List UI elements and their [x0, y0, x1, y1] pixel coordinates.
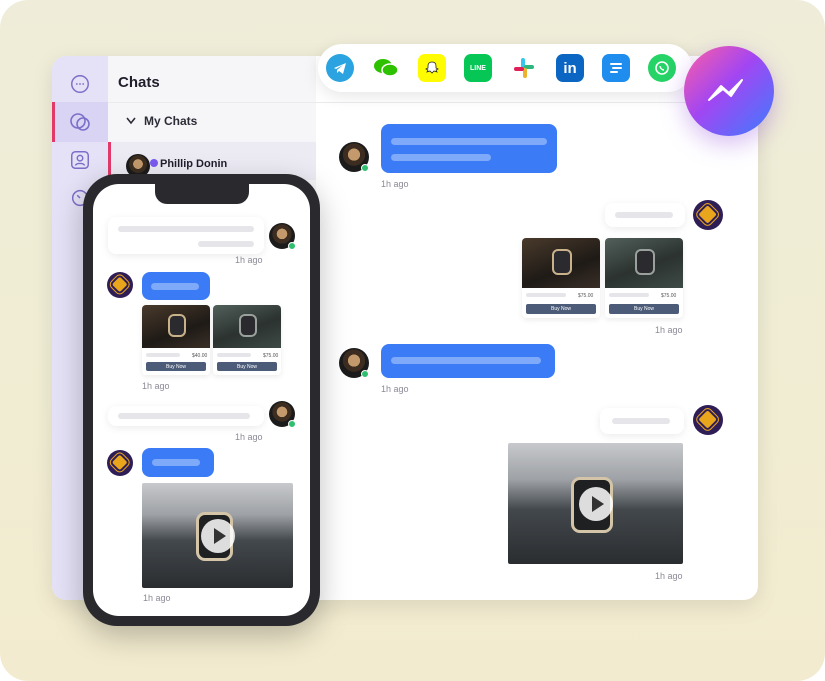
brand-avatar	[693, 405, 723, 435]
outgoing-message-bubble	[600, 408, 684, 434]
play-icon[interactable]	[578, 486, 613, 521]
product-image	[522, 238, 600, 288]
buy-now-button[interactable]: Buy Now	[146, 362, 206, 371]
product-image	[605, 238, 683, 288]
product-card: $40.00 Buy Now	[142, 305, 210, 375]
timestamp: 1h ago	[381, 384, 409, 394]
product-image	[213, 305, 281, 348]
buy-now-button[interactable]: Buy Now	[609, 304, 679, 314]
my-chats-toggle[interactable]: My Chats	[126, 114, 197, 128]
product-card: $75.00 Buy Now	[213, 305, 281, 375]
telegram-icon[interactable]	[326, 54, 354, 82]
messenger-small-icon	[150, 159, 158, 167]
timestamp: 1h ago	[381, 179, 409, 189]
timestamp: 1h ago	[655, 325, 683, 335]
buy-now-button[interactable]: Buy Now	[217, 362, 277, 371]
product-image	[142, 305, 210, 348]
rail-item-chats[interactable]	[52, 102, 108, 142]
brand-avatar	[107, 272, 133, 298]
chat-bubble-icon	[71, 75, 89, 93]
header-divider	[108, 102, 758, 103]
product-card: $75.00 Buy Now	[605, 238, 683, 318]
whatsapp-icon[interactable]	[648, 54, 676, 82]
brand-avatar	[107, 450, 133, 476]
product-price: $75.00	[578, 293, 594, 299]
messenger-icon	[684, 46, 774, 136]
chevron-down-icon	[126, 117, 136, 125]
online-indicator	[288, 420, 296, 428]
contact-icon	[71, 151, 89, 169]
product-price: $75.00	[263, 353, 279, 359]
rail-item-contacts[interactable]	[52, 140, 108, 180]
contact-name: Phillip Donin	[160, 158, 228, 170]
timestamp: 1h ago	[235, 432, 263, 442]
product-price: $40.00	[192, 353, 208, 359]
outgoing-message-bubble	[108, 406, 264, 426]
video-message[interactable]	[508, 443, 683, 564]
phone-notch	[155, 184, 249, 204]
phone-mockup: 1h ago $40.00 Buy Now $75.00 Buy Now 1h …	[83, 174, 320, 626]
online-indicator	[288, 242, 296, 250]
play-icon[interactable]	[200, 518, 235, 553]
snapchat-icon[interactable]	[418, 54, 446, 82]
buy-now-button[interactable]: Buy Now	[526, 304, 596, 314]
incoming-message-bubble	[142, 448, 214, 477]
linkedin-icon[interactable]: in	[556, 54, 584, 82]
outgoing-message-bubble	[605, 203, 685, 227]
slack-icon[interactable]	[510, 54, 538, 82]
phone-screen: 1h ago $40.00 Buy Now $75.00 Buy Now 1h …	[93, 184, 310, 616]
product-price: $75.00	[661, 293, 677, 299]
rail-item-messages[interactable]	[52, 64, 108, 104]
my-chats-label: My Chats	[144, 114, 198, 128]
incoming-message-bubble	[381, 124, 557, 173]
incoming-message-bubble	[381, 344, 555, 378]
incoming-message-bubble	[142, 272, 210, 300]
linkedin-label: in	[563, 59, 577, 77]
timestamp: 1h ago	[235, 255, 263, 265]
intercom-icon[interactable]	[602, 54, 630, 82]
outgoing-message-bubble	[108, 217, 264, 254]
page-title: Chats	[118, 74, 160, 91]
integrations-bar: LINE in	[318, 44, 692, 92]
brand-avatar	[693, 200, 723, 230]
wechat-icon[interactable]	[372, 54, 400, 82]
conversation-icon	[70, 113, 90, 131]
online-indicator	[361, 370, 369, 378]
line-label: LINE	[470, 64, 486, 72]
product-card: $75.00 Buy Now	[522, 238, 600, 318]
online-indicator	[361, 164, 369, 172]
line-icon[interactable]: LINE	[464, 54, 492, 82]
timestamp: 1h ago	[655, 571, 683, 581]
video-message[interactable]	[142, 483, 293, 588]
timestamp: 1h ago	[142, 381, 170, 391]
timestamp: 1h ago	[143, 593, 171, 603]
